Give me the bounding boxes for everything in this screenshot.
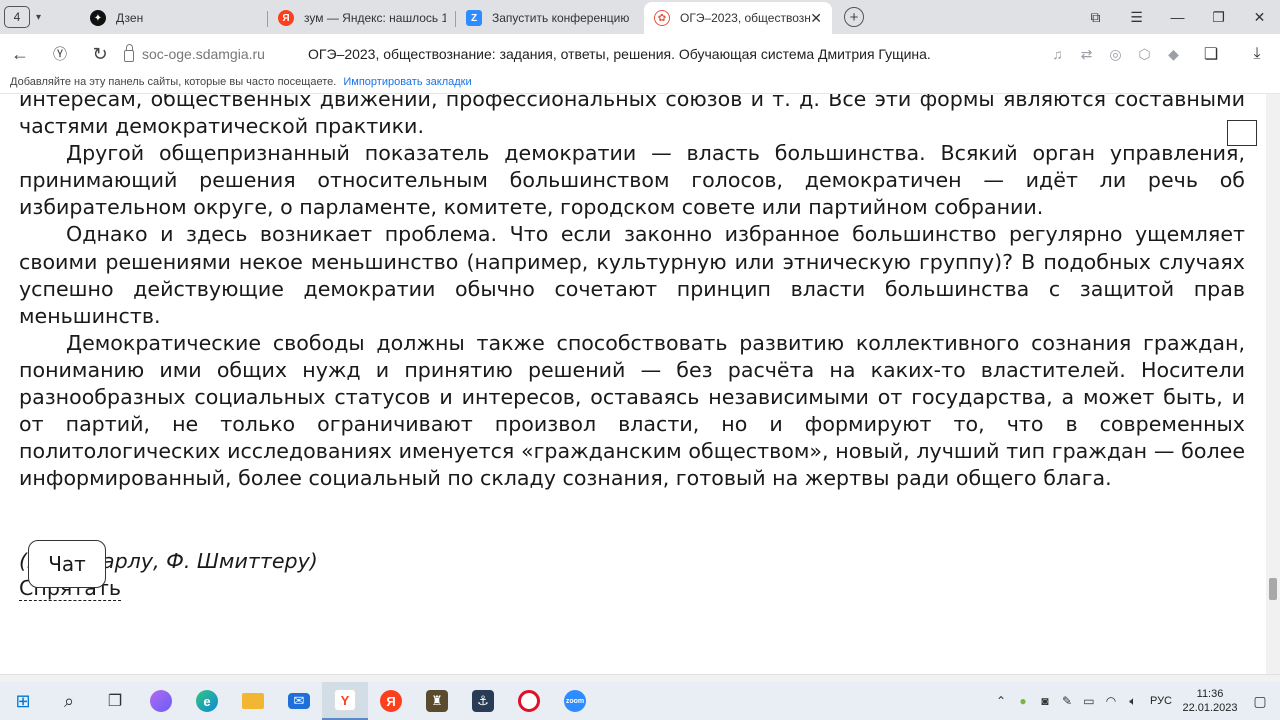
tab-sdamgia-active[interactable]: ✿ ОГЭ–2023, обществозн ✕ bbox=[644, 2, 832, 34]
alice-icon bbox=[150, 690, 172, 712]
fullscreen-square-button[interactable] bbox=[1227, 120, 1257, 146]
chat-button[interactable]: Чат bbox=[28, 540, 106, 588]
opera-button[interactable] bbox=[506, 682, 552, 720]
tray-meeting-icon[interactable]: ◙ bbox=[1034, 694, 1056, 708]
article-paragraph: Демократические свободы должны также спо… bbox=[19, 330, 1245, 491]
world-of-warships-button[interactable]: ⚓ bbox=[460, 682, 506, 720]
search-button[interactable]: ⌕ bbox=[46, 682, 92, 720]
battery-icon[interactable]: ▭ bbox=[1078, 694, 1100, 708]
minimize-icon[interactable]: — bbox=[1157, 9, 1198, 25]
article-text: интересам, общественных движений, профес… bbox=[19, 94, 1245, 492]
collections-icon[interactable]: ❏ bbox=[1188, 44, 1234, 64]
tab-counter-button[interactable]: 4 bbox=[4, 6, 30, 28]
yandex-home-icon[interactable]: Ⓨ bbox=[40, 44, 80, 64]
url-domain[interactable]: soc-oge.sdamgia.ru bbox=[142, 46, 308, 62]
yandex-browser-icon: Y bbox=[334, 689, 356, 711]
tray-chevron-up-icon[interactable]: ⌃ bbox=[990, 694, 1012, 708]
mail-icon: ✉ bbox=[288, 693, 310, 709]
wifi-icon[interactable]: ◠ bbox=[1100, 694, 1122, 708]
bookmarks-panel-icon[interactable]: ⧉ bbox=[1075, 9, 1116, 26]
yandex-button[interactable]: Я bbox=[368, 682, 414, 720]
clock-date: 22.01.2023 bbox=[1182, 702, 1238, 714]
protect-icon[interactable]: ⬡ bbox=[1130, 46, 1159, 63]
clock-time: 11:36 bbox=[1196, 688, 1224, 700]
yandex-icon: Я bbox=[380, 690, 402, 712]
window-controls: ⧉ ☰ — ❐ ✕ bbox=[1075, 0, 1280, 34]
page-content: интересам, общественных движений, профес… bbox=[0, 94, 1266, 674]
bookmarks-bar: Добавляйте на эту панель сайты, которые … bbox=[0, 74, 1280, 94]
tab-zoom[interactable]: Z Запустить конференцию bbox=[456, 2, 644, 34]
tab-count: 4 bbox=[13, 10, 21, 24]
downloads-icon[interactable]: ⤓ bbox=[1234, 45, 1280, 63]
task-view-button[interactable]: ❐ bbox=[92, 682, 138, 720]
menu-icon[interactable]: ☰ bbox=[1116, 9, 1157, 26]
translate-icon[interactable]: ⇄ bbox=[1072, 46, 1101, 63]
explorer-button[interactable] bbox=[230, 682, 276, 720]
back-arrow-icon[interactable]: ← bbox=[0, 44, 40, 65]
chevron-down-icon[interactable]: ▾ bbox=[36, 12, 46, 23]
tray-app-icon[interactable]: ● bbox=[1012, 694, 1034, 708]
start-button[interactable]: ⊞ bbox=[0, 682, 46, 720]
tab-zen[interactable]: ✦ Дзен bbox=[80, 2, 268, 34]
system-tray: ⌃ ● ◙ ✎ ▭ ◠ 🔈︎ РУС 11:36 22.01.2023 ▢ bbox=[990, 682, 1280, 720]
language-indicator[interactable]: РУС bbox=[1150, 695, 1172, 707]
horizontal-scrollbar[interactable] bbox=[0, 674, 1280, 682]
tab-title: Запустить конференцию bbox=[492, 11, 630, 25]
tray-pen-icon[interactable]: ✎ bbox=[1056, 694, 1078, 708]
lens-icon[interactable]: ◎ bbox=[1101, 46, 1130, 63]
reload-icon[interactable]: ↻ bbox=[80, 44, 120, 65]
tab-yandex-search[interactable]: Я зум — Яндекс: нашлось 1 bbox=[268, 2, 456, 34]
start-icon: ⊞ bbox=[15, 690, 31, 711]
lock-icon[interactable] bbox=[124, 44, 134, 62]
address-bar-actions: ♫ ⇄ ◎ ⬡ ◆ ❏ ⤓ bbox=[1043, 34, 1280, 74]
world-of-warships-icon: ⚓ bbox=[472, 690, 494, 712]
explorer-icon bbox=[242, 693, 264, 709]
volume-icon[interactable]: 🔈︎ bbox=[1122, 694, 1144, 709]
article-paragraph: интересам, общественных движений, профес… bbox=[19, 94, 1245, 139]
zoom-taskbar-icon: zoom bbox=[564, 690, 586, 712]
article-paragraph: Другой общепризнанный показатель демокра… bbox=[19, 141, 1245, 220]
tab-list: ✦ Дзен Я зум — Яндекс: нашлось 1 Z Запус… bbox=[80, 0, 832, 34]
opera-icon bbox=[518, 690, 540, 712]
zoom-icon: Z bbox=[466, 10, 482, 26]
close-tab-icon[interactable]: ✕ bbox=[810, 10, 822, 27]
mail-button[interactable]: ✉ bbox=[276, 682, 322, 720]
scrollbar-thumb[interactable] bbox=[1269, 578, 1277, 600]
edge-button[interactable]: e bbox=[184, 682, 230, 720]
close-window-icon[interactable]: ✕ bbox=[1239, 9, 1280, 26]
alice-button[interactable] bbox=[138, 682, 184, 720]
bookmarks-prompt: Добавляйте на эту панель сайты, которые … bbox=[10, 76, 337, 88]
article-paragraph: Однако и здесь возникает проблема. Что е… bbox=[19, 222, 1245, 328]
tab-title: зум — Яндекс: нашлось 1 bbox=[304, 11, 446, 25]
world-of-tanks-icon: ♜ bbox=[426, 690, 448, 712]
world-of-tanks-button[interactable]: ♜ bbox=[414, 682, 460, 720]
bookmark-icon[interactable]: ◆ bbox=[1159, 46, 1188, 63]
clock[interactable]: 11:36 22.01.2023 bbox=[1180, 687, 1240, 715]
search-icon: ⌕ bbox=[63, 690, 75, 711]
zoom-taskbar-button[interactable]: zoom bbox=[552, 682, 598, 720]
tab-title: Дзен bbox=[116, 11, 144, 25]
edge-icon: e bbox=[196, 690, 218, 712]
sdamgia-icon: ✿ bbox=[654, 10, 670, 26]
windows-taskbar: ⊞ ⌕ ❐ e ✉ Y Я ♜ ⚓ zoom ⌃ ● ◙ ✎ ▭ ◠ 🔈︎ РУ… bbox=[0, 682, 1280, 720]
address-bar: ← Ⓨ ↻ soc-oge.sdamgia.ru ОГЭ–2023, общес… bbox=[0, 34, 1280, 74]
notifications-icon[interactable]: ▢ bbox=[1240, 693, 1280, 710]
url-page-title[interactable]: ОГЭ–2023, обществознание: задания, ответ… bbox=[308, 46, 931, 62]
new-tab-button[interactable]: + bbox=[844, 7, 864, 27]
task-view-icon: ❐ bbox=[107, 693, 123, 710]
tab-strip: 4 ▾ ✦ Дзен Я зум — Яндекс: нашлось 1 Z З… bbox=[0, 0, 1280, 34]
headphones-icon[interactable]: ♫ bbox=[1043, 46, 1072, 62]
vertical-scrollbar[interactable] bbox=[1266, 94, 1280, 674]
zen-icon: ✦ bbox=[90, 10, 106, 26]
yandex-icon: Я bbox=[278, 10, 294, 26]
tab-title: ОГЭ–2023, обществозн bbox=[680, 11, 811, 25]
import-bookmarks-link[interactable]: Импортировать закладки bbox=[343, 76, 471, 88]
restore-icon[interactable]: ❐ bbox=[1198, 9, 1239, 26]
yandex-browser-button[interactable]: Y bbox=[322, 682, 368, 720]
